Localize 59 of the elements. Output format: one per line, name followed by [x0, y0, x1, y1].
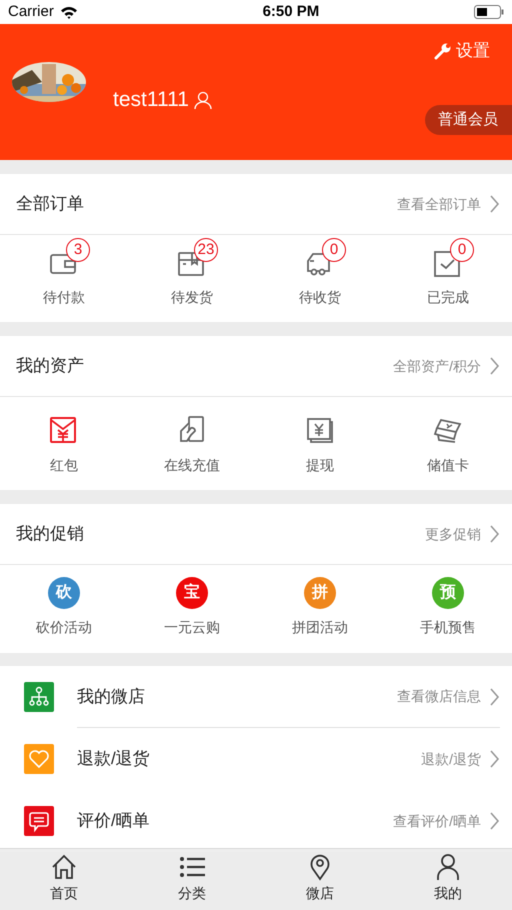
asset-item[interactable]: 在线充值: [128, 397, 256, 490]
promotion-item[interactable]: 砍 砍价活动: [0, 565, 128, 653]
menu-detail: 查看微店信息: [397, 687, 481, 706]
promotion-badge: 预: [432, 577, 464, 609]
asset-item[interactable]: 提现: [256, 397, 384, 490]
promotion-item[interactable]: 拼 拼团活动: [256, 565, 384, 653]
count-badge: 0: [322, 238, 346, 262]
menu-title: 退款/退货: [77, 748, 150, 770]
promotion-item[interactable]: 宝 一元云购: [128, 565, 256, 653]
tab-bar-item[interactable]: 微店: [256, 849, 384, 910]
tab-bar-item[interactable]: 我的: [384, 849, 512, 910]
order-status-item[interactable]: 0 待收货: [256, 235, 384, 322]
section-link[interactable]: 全部资产/积分: [393, 356, 500, 376]
promotion-item[interactable]: 预 手机预售: [384, 565, 512, 653]
yen-note-icon: [305, 415, 335, 445]
wrench-icon: [434, 42, 452, 60]
person-icon: [192, 90, 213, 110]
chevron-right-icon: [489, 811, 500, 831]
count-badge: 0: [450, 238, 474, 262]
settings-button[interactable]: 设置: [434, 38, 490, 64]
member-badge: 普通会员: [425, 105, 512, 135]
count-badge: 3: [66, 238, 90, 262]
status-time: 6:50 PM: [262, 2, 320, 22]
section-title: 全部订单: [16, 193, 84, 216]
username: test1111: [113, 87, 189, 113]
person-icon: [434, 853, 462, 881]
menu-row[interactable]: 评价/晒单 查看评价/晒单: [0, 790, 512, 852]
section-link[interactable]: 查看全部订单: [397, 194, 500, 214]
tab-bar-item[interactable]: 分类: [128, 849, 256, 910]
chevron-right-icon: [489, 686, 500, 706]
envelope-icon: [49, 415, 79, 445]
phone-hand-icon: [177, 415, 207, 445]
menu-row[interactable]: 我的微店 查看微店信息: [0, 666, 512, 728]
home-icon: [50, 853, 78, 881]
promotion-badge: 宝: [176, 577, 208, 609]
menu-title: 评价/晒单: [77, 810, 150, 832]
asset-item[interactable]: 红包: [0, 397, 128, 490]
battery-icon: [474, 5, 504, 19]
section-title: 我的资产: [16, 355, 84, 378]
wifi-icon: [60, 6, 78, 18]
chevron-right-icon: [489, 524, 500, 544]
chevron-right-icon: [489, 194, 500, 214]
promotion-badge: 拼: [304, 577, 336, 609]
section-link[interactable]: 更多促销: [425, 524, 500, 544]
order-status-item[interactable]: 23 待发货: [128, 235, 256, 322]
menu-detail: 退款/退货: [421, 750, 481, 768]
menu-row[interactable]: 退款/退货 退款/退货: [0, 728, 512, 790]
asset-item[interactable]: 储值卡: [384, 397, 512, 490]
chevron-right-icon: [489, 356, 500, 376]
promotion-badge: 砍: [48, 577, 80, 609]
count-badge: 23: [194, 238, 218, 262]
carrier-name: Carrier: [8, 2, 54, 22]
chevron-right-icon: [489, 749, 500, 769]
order-status-item[interactable]: 3 待付款: [0, 235, 128, 322]
menu-title: 我的微店: [77, 686, 145, 708]
tab-bar-item[interactable]: 首页: [0, 849, 128, 910]
section-title: 我的促销: [16, 523, 84, 546]
menu-detail: 查看评价/晒单: [393, 812, 481, 830]
order-status-item[interactable]: 0 已完成: [384, 235, 512, 322]
